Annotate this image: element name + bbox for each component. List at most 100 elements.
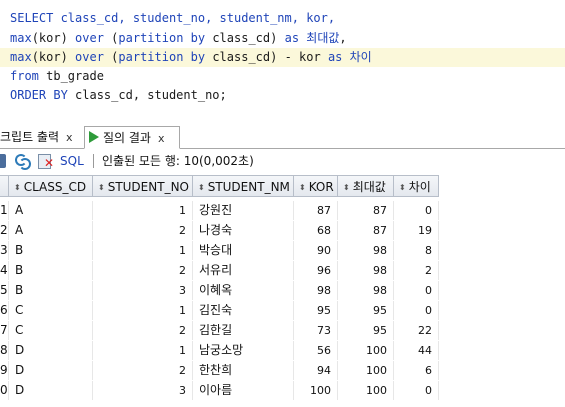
cell-max[interactable]: 98 [338,281,394,300]
cell-student-nm[interactable]: 박승대 [193,241,294,260]
result-grid[interactable]: ⬍ CLASS_CD ⬍ STUDENT_NO ⬍ STUDENT_NM ⬍ KOR ⬍… [0,175,565,407]
export-icon[interactable]: ✕ [38,154,54,169]
cell-student-nm[interactable]: 한찬희 [193,361,294,380]
cell-student-nm[interactable]: 나경숙 [193,221,294,240]
close-icon[interactable]: x [158,132,165,145]
row-number: 6 [0,301,9,320]
cell-kor[interactable]: 68 [294,221,338,240]
cell-student-no[interactable]: 3 [93,381,193,400]
cell-student-nm[interactable]: 이혜옥 [193,281,294,300]
code-line-5[interactable]: ORDER BY class_cd, student_no; [0,86,565,105]
tab-script-output-label: 크립트 출력 [0,130,60,144]
cell-max[interactable]: 98 [338,261,394,280]
cell-max[interactable]: 100 [338,341,394,360]
cell-student-no[interactable]: 2 [93,321,193,340]
cell-kor[interactable]: 100 [294,381,338,400]
refresh-icon[interactable] [15,154,31,170]
cell-diff[interactable]: 44 [394,341,439,360]
table-row[interactable]: 7 C 2 김한길 73 95 22 [0,321,440,340]
tab-query-result-label: 질의 결과 [103,131,151,145]
column-header-class-cd[interactable]: ⬍ CLASS_CD [9,175,93,197]
cell-diff[interactable]: 0 [394,301,439,320]
table-row[interactable]: 0 D 3 이아름 100 100 0 [0,381,440,400]
sql-editor[interactable]: SELECT class_cd, student_no, student_nm,… [0,0,565,116]
cell-class-cd[interactable]: B [9,241,93,260]
cell-kor[interactable]: 94 [294,361,338,380]
cell-class-cd[interactable]: B [9,281,93,300]
sql-button[interactable]: SQL [60,152,84,170]
cell-diff[interactable]: 6 [394,361,439,380]
table-row[interactable]: 8 D 1 남궁소망 56 100 44 [0,341,440,360]
code-line-3-current[interactable]: max(kor) over (partition by class_cd) - … [0,48,565,67]
cell-diff[interactable]: 22 [394,321,439,340]
pin-icon[interactable] [0,154,6,168]
cell-student-nm[interactable]: 이아름 [193,381,294,400]
row-number: 5 [0,281,9,300]
cell-student-nm[interactable]: 강원진 [193,201,294,220]
cell-diff[interactable]: 19 [394,221,439,240]
column-header-student-no[interactable]: ⬍ STUDENT_NO [93,175,193,197]
sort-arrows-icon: ⬍ [299,183,306,192]
code-token: (kor) [31,50,76,64]
cell-kor[interactable]: 87 [294,201,338,220]
cell-student-no[interactable]: 1 [93,201,193,220]
cell-student-no[interactable]: 2 [93,261,193,280]
cell-class-cd[interactable]: C [9,301,93,320]
cell-max[interactable]: 98 [338,241,394,260]
cell-class-cd[interactable]: D [9,341,93,360]
cell-max[interactable]: 95 [338,301,394,320]
cell-max[interactable]: 100 [338,381,394,400]
table-row[interactable]: 5 B 3 이혜옥 98 98 0 [0,281,440,300]
cell-student-nm[interactable]: 서유리 [193,261,294,280]
cell-student-no[interactable]: 2 [93,361,193,380]
column-header-kor[interactable]: ⬍ KOR [294,175,338,197]
code-line-2[interactable]: max(kor) over (partition by class_cd) as… [0,29,565,48]
cell-class-cd[interactable]: D [9,381,93,400]
code-token: tb_grade [38,69,104,83]
cell-max[interactable]: 100 [338,361,394,380]
code-token: over [75,31,104,45]
cell-max[interactable]: 87 [338,221,394,240]
cell-student-no[interactable]: 2 [93,221,193,240]
cell-student-no[interactable]: 3 [93,281,193,300]
table-row[interactable]: 6 C 1 김진숙 95 95 0 [0,301,440,320]
table-row[interactable]: 4 B 2 서유리 96 98 2 [0,261,440,280]
cell-student-no[interactable]: 1 [93,241,193,260]
cell-diff[interactable]: 0 [394,381,439,400]
cell-student-nm[interactable]: 남궁소망 [193,341,294,360]
code-line-1-text: SELECT class_cd, student_no, student_nm,… [10,11,336,25]
tab-script-output[interactable]: 크립트 출력 x [0,126,78,148]
column-header-student-nm[interactable]: ⬍ STUDENT_NM [193,175,294,197]
cell-class-cd[interactable]: A [9,201,93,220]
table-row[interactable]: 1 A 1 강원진 87 87 0 [0,201,440,220]
cell-kor[interactable]: 95 [294,301,338,320]
cell-student-nm[interactable]: 김한길 [193,321,294,340]
cell-kor[interactable]: 73 [294,321,338,340]
table-row[interactable]: 9 D 2 한찬희 94 100 6 [0,361,440,380]
cell-max[interactable]: 87 [338,201,394,220]
cell-class-cd[interactable]: A [9,221,93,240]
cell-class-cd[interactable]: C [9,321,93,340]
code-line-1[interactable]: SELECT class_cd, student_no, student_nm,… [0,9,565,28]
code-line-4[interactable]: from tb_grade [0,67,565,86]
column-header-max[interactable]: ⬍ 최대값 [338,175,394,197]
cell-diff[interactable]: 0 [394,201,439,220]
cell-diff[interactable]: 0 [394,281,439,300]
cell-student-no[interactable]: 1 [93,341,193,360]
cell-student-no[interactable]: 1 [93,301,193,320]
cell-kor[interactable]: 96 [294,261,338,280]
cell-kor[interactable]: 90 [294,241,338,260]
cell-student-nm[interactable]: 김진숙 [193,301,294,320]
cell-diff[interactable]: 8 [394,241,439,260]
cell-diff[interactable]: 2 [394,261,439,280]
cell-class-cd[interactable]: B [9,261,93,280]
cell-max[interactable]: 95 [338,321,394,340]
cell-kor[interactable]: 98 [294,281,338,300]
tab-query-result[interactable]: 질의 결과 x [84,126,180,149]
column-header-diff[interactable]: ⬍ 차이 [394,175,439,197]
table-row[interactable]: 3 B 1 박승대 90 98 8 [0,241,440,260]
cell-class-cd[interactable]: D [9,361,93,380]
close-icon[interactable]: x [66,131,73,144]
cell-kor[interactable]: 56 [294,341,338,360]
table-row[interactable]: 2 A 2 나경숙 68 87 19 [0,221,440,240]
